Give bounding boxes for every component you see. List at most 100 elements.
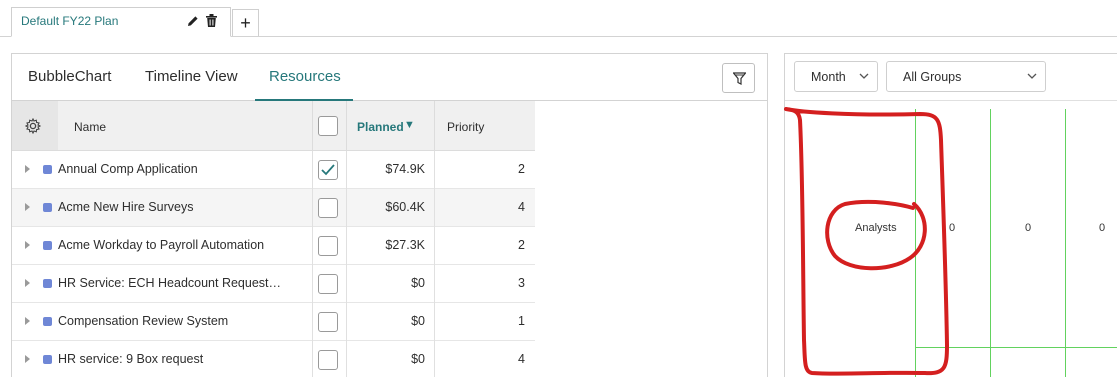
row-checkbox[interactable] bbox=[318, 198, 338, 218]
row-name: Compensation Review System bbox=[58, 314, 229, 328]
grid-line bbox=[990, 109, 991, 377]
trash-icon[interactable] bbox=[206, 14, 218, 27]
expand-arrow-icon[interactable] bbox=[25, 203, 30, 211]
grid-line bbox=[915, 347, 1117, 348]
tab-bubblechart[interactable]: BubbleChart bbox=[28, 68, 111, 85]
row-checkbox[interactable] bbox=[318, 312, 338, 332]
table-row[interactable]: Acme New Hire Surveys $60.4K 4 bbox=[12, 189, 535, 227]
column-header-planned[interactable]: Planned bbox=[357, 120, 404, 134]
column-divider bbox=[346, 189, 347, 227]
gear-icon bbox=[25, 118, 41, 134]
chevron-down-icon bbox=[1027, 73, 1037, 79]
column-header-name[interactable]: Name bbox=[74, 120, 106, 134]
column-divider bbox=[434, 189, 435, 227]
table-row[interactable]: Acme Workday to Payroll Automation $27.3… bbox=[12, 227, 535, 265]
column-divider bbox=[312, 341, 313, 377]
row-planned: $0 bbox=[411, 352, 425, 366]
column-divider bbox=[346, 151, 347, 189]
expand-arrow-icon[interactable] bbox=[25, 279, 30, 287]
row-priority: 4 bbox=[518, 352, 525, 366]
row-priority: 2 bbox=[518, 238, 525, 252]
column-divider bbox=[312, 227, 313, 265]
color-swatch bbox=[43, 355, 52, 364]
column-divider bbox=[434, 151, 435, 189]
color-swatch bbox=[43, 279, 52, 288]
column-divider bbox=[434, 265, 435, 303]
filter-button[interactable] bbox=[722, 63, 755, 93]
resources-panel: BubbleChart Timeline View Resources Name… bbox=[11, 53, 768, 377]
color-swatch bbox=[43, 165, 52, 174]
row-checkbox[interactable] bbox=[318, 236, 338, 256]
expand-arrow-icon[interactable] bbox=[25, 165, 30, 173]
checkmark-icon bbox=[321, 164, 335, 176]
expand-arrow-icon[interactable] bbox=[25, 317, 30, 325]
row-checkbox[interactable] bbox=[318, 160, 338, 180]
chevron-down-icon bbox=[859, 73, 869, 79]
group-select-value: All Groups bbox=[903, 70, 962, 84]
grid-line bbox=[915, 109, 916, 377]
row-planned: $0 bbox=[411, 276, 425, 290]
column-divider bbox=[434, 303, 435, 341]
select-all-checkbox[interactable] bbox=[318, 116, 338, 136]
row-priority: 2 bbox=[518, 162, 525, 176]
column-divider bbox=[434, 227, 435, 265]
plan-tab-label: Default FY22 Plan bbox=[21, 14, 119, 28]
column-divider bbox=[346, 227, 347, 265]
column-header-priority[interactable]: Priority bbox=[447, 120, 484, 134]
row-planned: $60.4K bbox=[385, 200, 425, 214]
table-row[interactable]: Annual Comp Application $74.9K 2 bbox=[12, 151, 535, 189]
capacity-value: 0 bbox=[1025, 222, 1032, 234]
row-priority: 3 bbox=[518, 276, 525, 290]
resources-grid: Name Planned ▼ Priority Annual Comp Appl… bbox=[12, 101, 535, 377]
view-tabs: BubbleChart Timeline View Resources bbox=[12, 54, 767, 101]
column-divider bbox=[346, 101, 347, 150]
row-planned: $74.9K bbox=[385, 162, 425, 176]
grid-settings-button[interactable] bbox=[12, 101, 58, 150]
expand-arrow-icon[interactable] bbox=[25, 241, 30, 249]
column-divider bbox=[346, 265, 347, 303]
row-priority: 4 bbox=[518, 200, 525, 214]
add-plan-button[interactable]: + bbox=[232, 9, 259, 36]
capacity-panel: Month All Groups Analysts 0 0 0 bbox=[784, 53, 1117, 377]
row-planned: $27.3K bbox=[385, 238, 425, 252]
row-name: HR Service: ECH Headcount Request… bbox=[58, 276, 282, 290]
column-divider bbox=[312, 303, 313, 341]
row-checkbox[interactable] bbox=[318, 274, 338, 294]
color-swatch bbox=[43, 203, 52, 212]
resource-group-label: Analysts bbox=[855, 222, 897, 234]
column-divider bbox=[434, 341, 435, 377]
plan-tab-strip: Default FY22 Plan + bbox=[0, 0, 1117, 37]
capacity-grid: Analysts 0 0 0 bbox=[785, 101, 1117, 377]
column-divider bbox=[312, 265, 313, 303]
capacity-value: 0 bbox=[949, 222, 956, 234]
row-priority: 1 bbox=[518, 314, 525, 328]
period-select-value: Month bbox=[811, 70, 846, 84]
grid-header: Name Planned ▼ Priority bbox=[12, 101, 535, 151]
color-swatch bbox=[43, 317, 52, 326]
column-divider bbox=[312, 151, 313, 189]
tab-resources[interactable]: Resources bbox=[269, 68, 341, 85]
tab-timeline-view[interactable]: Timeline View bbox=[145, 68, 238, 85]
row-name: Acme Workday to Payroll Automation bbox=[58, 238, 265, 252]
plan-tab[interactable]: Default FY22 Plan bbox=[11, 7, 231, 37]
column-divider bbox=[434, 101, 435, 150]
row-planned: $0 bbox=[411, 314, 425, 328]
sort-desc-icon: ▼ bbox=[404, 119, 415, 131]
period-select[interactable]: Month bbox=[794, 61, 878, 92]
expand-arrow-icon[interactable] bbox=[25, 355, 30, 363]
table-row[interactable]: HR service: 9 Box request $0 4 bbox=[12, 341, 535, 377]
color-swatch bbox=[43, 241, 52, 250]
table-row[interactable]: Compensation Review System $0 1 bbox=[12, 303, 535, 341]
column-divider bbox=[312, 189, 313, 227]
column-divider bbox=[346, 341, 347, 377]
plus-icon: + bbox=[240, 13, 251, 33]
column-divider bbox=[346, 303, 347, 341]
table-row[interactable]: HR Service: ECH Headcount Request… $0 3 bbox=[12, 265, 535, 303]
row-checkbox[interactable] bbox=[318, 350, 338, 370]
pencil-icon[interactable] bbox=[187, 14, 199, 26]
row-name: HR service: 9 Box request bbox=[58, 352, 204, 366]
group-select[interactable]: All Groups bbox=[886, 61, 1046, 92]
grid-line bbox=[1065, 109, 1066, 377]
row-name: Annual Comp Application bbox=[58, 162, 198, 176]
filter-icon bbox=[733, 72, 746, 85]
